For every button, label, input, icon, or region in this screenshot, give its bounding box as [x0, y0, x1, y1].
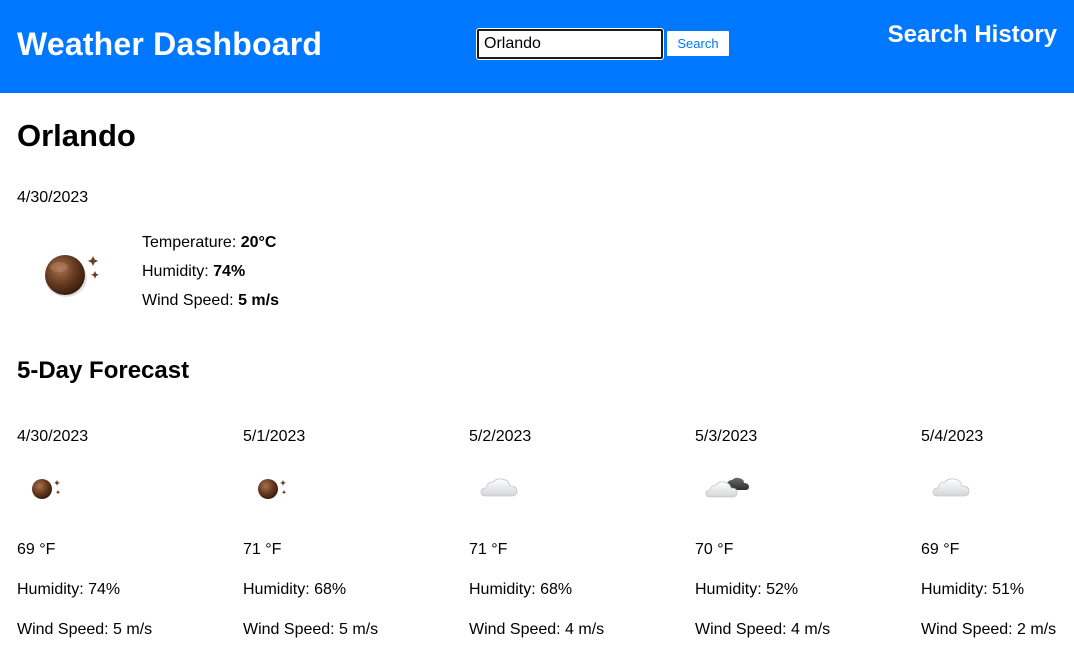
temperature-label: Temperature: [142, 234, 237, 251]
forecast-day-card: 5/1/2023 71 °F Humidity: 68% Wind Speed:… [243, 428, 443, 648]
forecast-day-card: 5/2/2023 71 °F Humidity: 68% Wind Speed:… [469, 428, 669, 648]
app-title: Weather Dashboard [17, 26, 323, 62]
top-bar: Weather Dashboard Search Search History [0, 0, 1074, 93]
forecast-wind-speed: Wind Speed: 4 m/s [695, 621, 831, 638]
city-name: Orlando [17, 118, 136, 153]
humidity-label: Humidity: [142, 263, 209, 280]
city-search-input[interactable] [477, 29, 663, 59]
forecast-temperature: 69 °F [17, 541, 56, 558]
wind-speed-label: Wind Speed: [142, 292, 234, 309]
forecast-wind-speed: Wind Speed: 2 m/s [921, 621, 1057, 638]
forecast-temperature: 69 °F [921, 541, 960, 558]
wind-speed-value: 5 m/s [238, 292, 279, 309]
humidity-value: 74% [213, 263, 246, 280]
temperature-value: 20°C [240, 234, 277, 251]
forecast-wind-speed: Wind Speed: 4 m/s [469, 621, 605, 638]
forecast-date: 5/3/2023 [695, 428, 758, 445]
current-wind-speed: Wind Speed: 5 m/s [142, 292, 279, 310]
forecast-temperature: 71 °F [243, 541, 282, 558]
cloud-icon [480, 478, 518, 497]
forecast-date: 5/4/2023 [921, 428, 984, 445]
search-button[interactable]: Search [667, 31, 729, 56]
forecast-day-card: 4/30/2023 69 °F Humidity: 74% Wind Speed… [17, 428, 217, 648]
forecast-title: 5-Day Forecast [17, 357, 190, 384]
forecast-day-card: 5/4/2023 69 °F Humidity: 51% Wind Speed:… [921, 428, 1071, 648]
current-temperature: Temperature: 20°C [142, 234, 276, 252]
search-history-link[interactable]: Search History [888, 21, 1057, 49]
forecast-date: 4/30/2023 [17, 428, 89, 445]
forecast-humidity: Humidity: 68% [243, 581, 347, 598]
forecast-humidity: Humidity: 74% [17, 581, 121, 598]
forecast-wind-speed: Wind Speed: 5 m/s [243, 621, 379, 638]
clear-night-icon [32, 479, 61, 499]
clear-night-icon [45, 255, 99, 297]
forecast-date: 5/1/2023 [243, 428, 306, 445]
forecast-wind-speed: Wind Speed: 5 m/s [17, 621, 153, 638]
current-humidity: Humidity: 74% [142, 263, 245, 281]
forecast-day-card: 5/3/2023 70 °F Humidity: 52% Wind Speed:… [695, 428, 895, 648]
forecast-humidity: Humidity: 51% [921, 581, 1025, 598]
cloud-icon [932, 478, 970, 497]
broken-clouds-icon [705, 477, 749, 498]
forecast-date: 5/2/2023 [469, 428, 532, 445]
forecast-temperature: 71 °F [469, 541, 508, 558]
clear-night-icon [258, 479, 287, 499]
current-date: 4/30/2023 [17, 189, 89, 206]
forecast-humidity: Humidity: 52% [695, 581, 799, 598]
forecast-temperature: 70 °F [695, 541, 734, 558]
forecast-humidity: Humidity: 68% [469, 581, 573, 598]
